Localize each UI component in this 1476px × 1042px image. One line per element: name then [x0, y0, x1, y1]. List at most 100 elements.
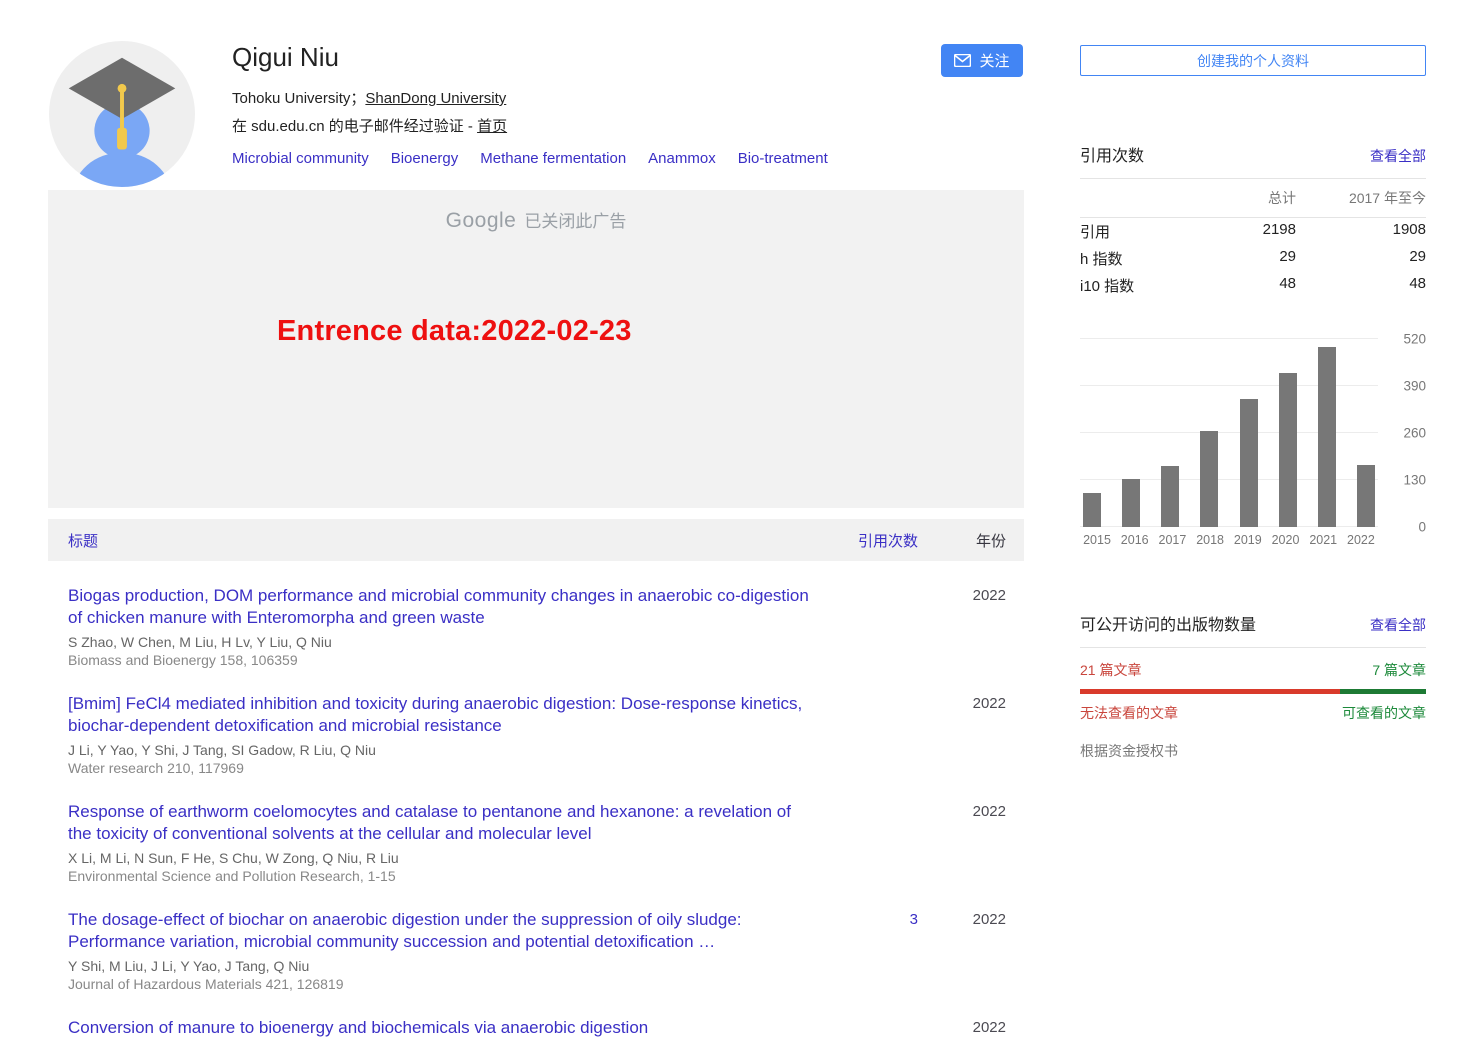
article-row: The dosage-effect of biochar on anaerobi…: [68, 909, 1006, 993]
stat-total: 48: [1206, 275, 1296, 296]
article-row: Biogas production, DOM performance and m…: [68, 585, 1006, 669]
header-title-sort[interactable]: 标题: [68, 530, 828, 551]
affiliation-link[interactable]: ShanDong University: [365, 90, 506, 107]
interest-tag[interactable]: Bio-treatment: [738, 150, 828, 167]
ad-status-text: 已关闭此广告: [524, 212, 626, 231]
chart-bar-2022[interactable]: [1357, 465, 1375, 527]
citations-per-year-chart: 0130260390520 20152016201720182019202020…: [1080, 339, 1426, 547]
unavailable-articles-link[interactable]: 无法查看的文章: [1080, 703, 1178, 723]
graduate-avatar-icon: [48, 40, 196, 188]
verified-text: 在 sdu.edu.cn 的电子邮件经过验证 -: [232, 118, 477, 135]
x-tick-label: 2017: [1155, 533, 1189, 547]
article-cited-by-count[interactable]: [828, 801, 918, 885]
chart-y-axis: 0130260390520: [1382, 339, 1426, 527]
header-cited-by-sort[interactable]: 引用次数: [828, 530, 918, 551]
x-tick-label: 2021: [1306, 533, 1340, 547]
profile-name: Qigui Niu: [232, 42, 850, 73]
interest-tag[interactable]: Anammox: [648, 150, 716, 167]
stat-total: 29: [1206, 248, 1296, 269]
cited-by-view-all-link[interactable]: 查看全部: [1370, 146, 1426, 166]
cited-by-section: 引用次数 查看全部 总计 2017 年至今 引用 2198 1908 h 指数 …: [1080, 142, 1426, 299]
chart-bar-2018[interactable]: [1200, 431, 1218, 527]
header-year-sort: 年份: [918, 530, 1006, 551]
y-tick-label: 390: [1403, 379, 1426, 394]
stat-row-i10-index: i10 指数 48 48: [1080, 272, 1426, 299]
chart-plot-area: [1080, 339, 1378, 527]
public-access-section: 可公开访问的出版物数量 查看全部 21 篇文章 7 篇文章 无法查看的文章 可查…: [1080, 611, 1426, 761]
stat-label: i10 指数: [1080, 275, 1206, 296]
y-tick-label: 260: [1403, 426, 1426, 441]
stat-label: 引用: [1080, 221, 1206, 242]
col-since: 2017 年至今: [1296, 188, 1426, 208]
article-cited-by-count[interactable]: [828, 1017, 918, 1042]
article-row: Conversion of manure to bioenergy and bi…: [68, 1017, 1006, 1042]
main-column: Qigui Niu Tohoku University；ShanDong Uni…: [48, 40, 1024, 1042]
article-cited-by-count[interactable]: 3: [828, 909, 918, 993]
articles-list: Biogas production, DOM performance and m…: [48, 585, 1024, 1042]
article-venue: Biomass and Bioenergy 158, 106359: [68, 651, 814, 669]
chart-bar-2016[interactable]: [1122, 479, 1140, 527]
x-tick-label: 2020: [1269, 533, 1303, 547]
chart-bar-2015[interactable]: [1083, 493, 1101, 527]
funding-mandates-note: 根据资金授权书: [1080, 741, 1426, 761]
interest-tag[interactable]: Microbial community: [232, 150, 369, 167]
chart-bar-2021[interactable]: [1318, 347, 1336, 527]
interest-tags: Microbial community Bioenergy Methane ferm…: [232, 150, 850, 167]
x-tick-label: 2022: [1344, 533, 1378, 547]
x-tick-label: 2015: [1080, 533, 1114, 547]
sidebar: 创建我的个人资料 引用次数 查看全部 总计 2017 年至今 引用 2198 1…: [1080, 45, 1426, 761]
article-cited-by-count[interactable]: [828, 693, 918, 777]
follow-button[interactable]: 关注: [941, 44, 1023, 77]
available-articles-link[interactable]: 可查看的文章: [1342, 703, 1426, 723]
article-title-link[interactable]: Conversion of manure to bioenergy and bi…: [68, 1017, 814, 1039]
article-title-link[interactable]: Biogas production, DOM performance and m…: [68, 585, 814, 629]
scholar-profile-page: Qigui Niu Tohoku University；ShanDong Uni…: [0, 0, 1476, 1042]
article-year: 2022: [918, 693, 1006, 777]
article-cited-by-count[interactable]: [828, 585, 918, 669]
ad-brand-line: Google已关闭此广告: [48, 190, 1024, 233]
envelope-icon: [954, 54, 971, 67]
article-title-link[interactable]: The dosage-effect of biochar on anaerobi…: [68, 909, 814, 953]
stat-since: 48: [1296, 275, 1426, 296]
create-profile-button[interactable]: 创建我的个人资料: [1080, 45, 1426, 76]
y-tick-label: 520: [1403, 332, 1426, 347]
profile-info: Qigui Niu Tohoku University；ShanDong Uni…: [232, 40, 850, 188]
available-articles-count: 7 篇文章: [1372, 660, 1426, 680]
public-access-title: 可公开访问的出版物数量: [1080, 611, 1256, 635]
article-venue: Journal of Hazardous Materials 421, 1268…: [68, 975, 814, 993]
available-bar-segment: [1340, 689, 1427, 694]
stat-row-h-index: h 指数 29 29: [1080, 245, 1426, 272]
article-title-link[interactable]: Response of earthworm coelomocytes and c…: [68, 801, 814, 845]
profile-header: Qigui Niu Tohoku University；ShanDong Uni…: [48, 40, 1024, 188]
y-tick-label: 130: [1403, 473, 1426, 488]
interest-tag[interactable]: Bioenergy: [391, 150, 459, 167]
col-total: 总计: [1206, 188, 1296, 208]
ad-placeholder: Google已关闭此广告 Entrence data:2022-02-23: [48, 190, 1024, 508]
avatar[interactable]: [48, 40, 196, 188]
public-access-view-all-link[interactable]: 查看全部: [1370, 615, 1426, 635]
interest-tag[interactable]: Methane fermentation: [480, 150, 626, 167]
entrance-date-watermark: Entrence data:2022-02-23: [277, 315, 632, 348]
x-tick-label: 2016: [1118, 533, 1152, 547]
chart-bar-2020[interactable]: [1279, 373, 1297, 527]
stat-label: h 指数: [1080, 248, 1206, 269]
chart-x-axis: 20152016201720182019202020212022: [1080, 533, 1378, 547]
affiliation-plain: Tohoku University；: [232, 90, 365, 107]
follow-label: 关注: [979, 50, 1009, 71]
cited-by-title: 引用次数: [1080, 142, 1144, 166]
article-year: 2022: [918, 585, 1006, 669]
homepage-link[interactable]: 首页: [477, 118, 507, 135]
article-year: 2022: [918, 909, 1006, 993]
article-year: 2022: [918, 801, 1006, 885]
chart-bar-2017[interactable]: [1161, 466, 1179, 527]
chart-bar-2019[interactable]: [1240, 399, 1258, 527]
article-row: Response of earthworm coelomocytes and c…: [68, 801, 1006, 885]
article-title-link[interactable]: [Bmim] FeCl4 mediated inhibition and tox…: [68, 693, 814, 737]
unavailable-articles-count: 21 篇文章: [1080, 660, 1141, 680]
x-tick-label: 2018: [1193, 533, 1227, 547]
article-venue: Environmental Science and Pollution Rese…: [68, 867, 814, 885]
article-authors: Y Shi, M Liu, J Li, Y Yao, J Tang, Q Niu: [68, 957, 814, 975]
article-year: 2022: [918, 1017, 1006, 1042]
article-authors: X Li, M Li, N Sun, F He, S Chu, W Zong, …: [68, 849, 814, 867]
divider: [1080, 647, 1426, 648]
